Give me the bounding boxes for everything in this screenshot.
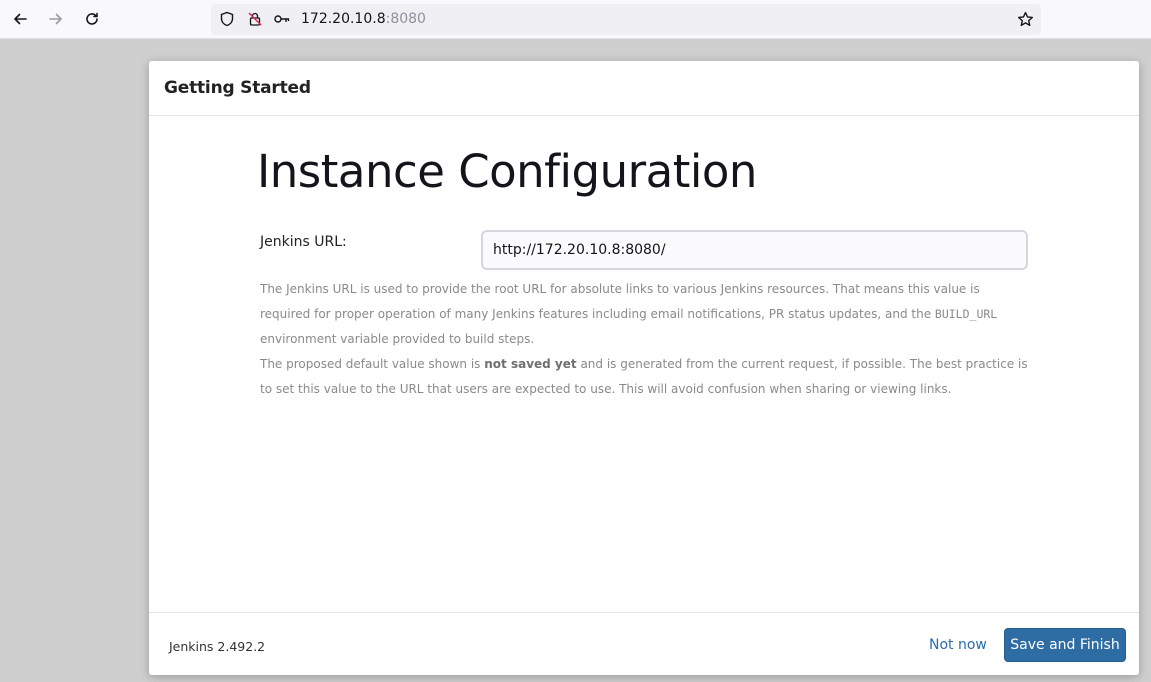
dialog-footer: Jenkins 2.492.2 Not now Save and Finish xyxy=(149,612,1139,675)
dialog-title: Getting Started xyxy=(164,78,311,98)
url-port: :8080 xyxy=(385,11,426,27)
forward-icon[interactable] xyxy=(43,6,69,32)
url-bar[interactable]: 172.20.10.8:8080 xyxy=(211,4,1041,35)
dialog-header: Getting Started xyxy=(149,61,1139,116)
jenkins-url-label: Jenkins URL: xyxy=(260,234,347,250)
bookmark-star-icon[interactable] xyxy=(1015,9,1035,29)
back-icon[interactable] xyxy=(7,6,33,32)
page-heading: Instance Configuration xyxy=(257,145,757,198)
save-and-finish-button[interactable]: Save and Finish xyxy=(1004,628,1126,662)
help-text: The Jenkins URL is used to provide the r… xyxy=(260,277,1030,402)
setup-dialog: Getting Started Instance Configuration J… xyxy=(149,61,1139,675)
insecure-lock-icon[interactable] xyxy=(246,10,264,28)
url-host: 172.20.10.8 xyxy=(301,11,386,27)
help-text-1b: environment variable provided to build s… xyxy=(260,332,535,346)
help-text-2-bold: not saved yet xyxy=(484,357,577,371)
browser-toolbar: 172.20.10.8:8080 xyxy=(0,0,1151,39)
build-url-code: BUILD_URL xyxy=(934,307,998,321)
help-paragraph-1: The Jenkins URL is used to provide the r… xyxy=(260,277,1030,352)
help-paragraph-2: The proposed default value shown is not … xyxy=(260,352,1030,402)
not-now-button[interactable]: Not now xyxy=(929,637,987,653)
shield-icon[interactable] xyxy=(218,10,236,28)
help-text-1a: The Jenkins URL is used to provide the r… xyxy=(260,282,980,321)
url-text: 172.20.10.8:8080 xyxy=(301,11,426,27)
key-icon[interactable] xyxy=(273,10,291,28)
reload-icon[interactable] xyxy=(79,6,105,32)
jenkins-url-input[interactable] xyxy=(481,230,1028,270)
help-text-2a: The proposed default value shown is xyxy=(260,357,485,371)
jenkins-version: Jenkins 2.492.2 xyxy=(169,639,266,654)
